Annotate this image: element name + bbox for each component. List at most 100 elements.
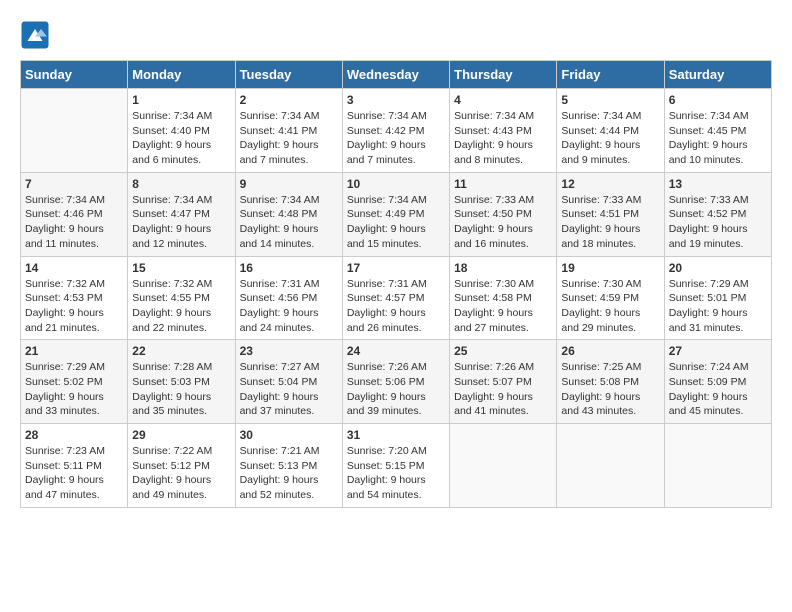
column-header-friday: Friday xyxy=(557,61,664,89)
day-detail: Sunrise: 7:31 AM Sunset: 4:57 PM Dayligh… xyxy=(347,277,445,336)
day-cell: 8Sunrise: 7:34 AM Sunset: 4:47 PM Daylig… xyxy=(128,172,235,256)
day-cell: 11 Sunrise: 7:33 AM Sunset: 4:50 PM Dayli… xyxy=(450,172,557,256)
day-detail: Sunrise: 7:34 AM Sunset: 4:46 PM Dayligh… xyxy=(25,193,123,252)
page-header xyxy=(20,20,772,50)
day-number: 10 xyxy=(347,177,445,191)
day-detail: Sunrise: 7:32 AM Sunset: 4:55 PM Dayligh… xyxy=(132,277,230,336)
day-detail: Sunrise: 7:33 AM Sunset: 4:51 PM Dayligh… xyxy=(561,193,659,252)
day-detail: Sunrise: 7:34 AM Sunset: 4:48 PM Dayligh… xyxy=(240,193,338,252)
day-cell: 2 Sunrise: 7:34 AM Sunset: 4:41 PM Daylig… xyxy=(235,89,342,173)
day-cell: 26Sunrise: 7:25 AM Sunset: 5:08 PM Dayli… xyxy=(557,340,664,424)
week-row-4: 21 Sunrise: 7:29 AM Sunset: 5:02 PM Dayli… xyxy=(21,340,772,424)
day-number: 16 xyxy=(240,261,338,275)
day-detail: Sunrise: 7:26 AM Sunset: 5:06 PM Dayligh… xyxy=(347,360,445,419)
day-detail: Sunrise: 7:34 AM Sunset: 4:45 PM Dayligh… xyxy=(669,109,767,168)
day-detail: Sunrise: 7:33 AM Sunset: 4:52 PM Dayligh… xyxy=(669,193,767,252)
calendar-table: SundayMondayTuesdayWednesdayThursdayFrid… xyxy=(20,60,772,508)
column-header-thursday: Thursday xyxy=(450,61,557,89)
day-number: 28 xyxy=(25,428,123,442)
day-cell: 18Sunrise: 7:30 AM Sunset: 4:58 PM Dayli… xyxy=(450,256,557,340)
day-detail: Sunrise: 7:32 AM Sunset: 4:53 PM Dayligh… xyxy=(25,277,123,336)
day-detail: Sunrise: 7:29 AM Sunset: 5:01 PM Dayligh… xyxy=(669,277,767,336)
day-number: 20 xyxy=(669,261,767,275)
day-detail: Sunrise: 7:30 AM Sunset: 4:58 PM Dayligh… xyxy=(454,277,552,336)
day-number: 9 xyxy=(240,177,338,191)
day-cell: 23 Sunrise: 7:27 AM Sunset: 5:04 PM Dayli… xyxy=(235,340,342,424)
day-cell: 27 Sunrise: 7:24 AM Sunset: 5:09 PM Dayli… xyxy=(664,340,771,424)
day-detail: Sunrise: 7:34 AM Sunset: 4:40 PM Dayligh… xyxy=(132,109,230,168)
day-number: 21 xyxy=(25,344,123,358)
day-number: 4 xyxy=(454,93,552,107)
day-cell: 20 Sunrise: 7:29 AM Sunset: 5:01 PM Dayli… xyxy=(664,256,771,340)
day-detail: Sunrise: 7:26 AM Sunset: 5:07 PM Dayligh… xyxy=(454,360,552,419)
day-detail: Sunrise: 7:34 AM Sunset: 4:44 PM Dayligh… xyxy=(561,109,659,168)
day-number: 27 xyxy=(669,344,767,358)
week-row-1: 1Sunrise: 7:34 AM Sunset: 4:40 PM Daylig… xyxy=(21,89,772,173)
day-detail: Sunrise: 7:29 AM Sunset: 5:02 PM Dayligh… xyxy=(25,360,123,419)
day-detail: Sunrise: 7:24 AM Sunset: 5:09 PM Dayligh… xyxy=(669,360,767,419)
week-row-3: 14 Sunrise: 7:32 AM Sunset: 4:53 PM Dayli… xyxy=(21,256,772,340)
day-number: 11 xyxy=(454,177,552,191)
day-number: 13 xyxy=(669,177,767,191)
day-number: 14 xyxy=(25,261,123,275)
day-detail: Sunrise: 7:21 AM Sunset: 5:13 PM Dayligh… xyxy=(240,444,338,503)
day-cell: 5 Sunrise: 7:34 AM Sunset: 4:44 PM Daylig… xyxy=(557,89,664,173)
day-detail: Sunrise: 7:25 AM Sunset: 5:08 PM Dayligh… xyxy=(561,360,659,419)
day-cell: 19 Sunrise: 7:30 AM Sunset: 4:59 PM Dayli… xyxy=(557,256,664,340)
day-number: 17 xyxy=(347,261,445,275)
day-cell: 9 Sunrise: 7:34 AM Sunset: 4:48 PM Daylig… xyxy=(235,172,342,256)
day-detail: Sunrise: 7:30 AM Sunset: 4:59 PM Dayligh… xyxy=(561,277,659,336)
logo-icon xyxy=(20,20,50,50)
day-number: 6 xyxy=(669,93,767,107)
day-number: 15 xyxy=(132,261,230,275)
day-detail: Sunrise: 7:28 AM Sunset: 5:03 PM Dayligh… xyxy=(132,360,230,419)
day-number: 12 xyxy=(561,177,659,191)
day-cell: 16 Sunrise: 7:31 AM Sunset: 4:56 PM Dayli… xyxy=(235,256,342,340)
day-cell: 10 Sunrise: 7:34 AM Sunset: 4:49 PM Dayli… xyxy=(342,172,449,256)
day-cell: 30Sunrise: 7:21 AM Sunset: 5:13 PM Dayli… xyxy=(235,424,342,508)
day-cell: 13 Sunrise: 7:33 AM Sunset: 4:52 PM Dayli… xyxy=(664,172,771,256)
day-detail: Sunrise: 7:23 AM Sunset: 5:11 PM Dayligh… xyxy=(25,444,123,503)
day-number: 2 xyxy=(240,93,338,107)
day-cell: 3 Sunrise: 7:34 AM Sunset: 4:42 PM Daylig… xyxy=(342,89,449,173)
day-number: 31 xyxy=(347,428,445,442)
day-detail: Sunrise: 7:34 AM Sunset: 4:42 PM Dayligh… xyxy=(347,109,445,168)
day-detail: Sunrise: 7:34 AM Sunset: 4:47 PM Dayligh… xyxy=(132,193,230,252)
day-cell: 17 Sunrise: 7:31 AM Sunset: 4:57 PM Dayli… xyxy=(342,256,449,340)
day-cell: 21 Sunrise: 7:29 AM Sunset: 5:02 PM Dayli… xyxy=(21,340,128,424)
day-detail: Sunrise: 7:27 AM Sunset: 5:04 PM Dayligh… xyxy=(240,360,338,419)
calendar-header-row: SundayMondayTuesdayWednesdayThursdayFrid… xyxy=(21,61,772,89)
day-cell: 22 Sunrise: 7:28 AM Sunset: 5:03 PM Dayli… xyxy=(128,340,235,424)
day-cell: 25 Sunrise: 7:26 AM Sunset: 5:07 PM Dayli… xyxy=(450,340,557,424)
day-cell: 1Sunrise: 7:34 AM Sunset: 4:40 PM Daylig… xyxy=(128,89,235,173)
column-header-wednesday: Wednesday xyxy=(342,61,449,89)
column-header-tuesday: Tuesday xyxy=(235,61,342,89)
day-detail: Sunrise: 7:34 AM Sunset: 4:43 PM Dayligh… xyxy=(454,109,552,168)
column-header-monday: Monday xyxy=(128,61,235,89)
logo xyxy=(20,20,54,50)
day-cell xyxy=(557,424,664,508)
day-number: 7 xyxy=(25,177,123,191)
day-cell xyxy=(21,89,128,173)
day-cell: 15 Sunrise: 7:32 AM Sunset: 4:55 PM Dayli… xyxy=(128,256,235,340)
day-cell: 6 Sunrise: 7:34 AM Sunset: 4:45 PM Daylig… xyxy=(664,89,771,173)
day-cell: 24 Sunrise: 7:26 AM Sunset: 5:06 PM Dayli… xyxy=(342,340,449,424)
day-number: 19 xyxy=(561,261,659,275)
day-detail: Sunrise: 7:31 AM Sunset: 4:56 PM Dayligh… xyxy=(240,277,338,336)
day-cell: 29Sunrise: 7:22 AM Sunset: 5:12 PM Dayli… xyxy=(128,424,235,508)
day-number: 29 xyxy=(132,428,230,442)
day-cell xyxy=(664,424,771,508)
day-number: 3 xyxy=(347,93,445,107)
day-detail: Sunrise: 7:33 AM Sunset: 4:50 PM Dayligh… xyxy=(454,193,552,252)
day-cell: 7 Sunrise: 7:34 AM Sunset: 4:46 PM Daylig… xyxy=(21,172,128,256)
day-number: 23 xyxy=(240,344,338,358)
day-number: 24 xyxy=(347,344,445,358)
week-row-5: 28 Sunrise: 7:23 AM Sunset: 5:11 PM Dayli… xyxy=(21,424,772,508)
day-detail: Sunrise: 7:34 AM Sunset: 4:41 PM Dayligh… xyxy=(240,109,338,168)
week-row-2: 7 Sunrise: 7:34 AM Sunset: 4:46 PM Daylig… xyxy=(21,172,772,256)
day-detail: Sunrise: 7:34 AM Sunset: 4:49 PM Dayligh… xyxy=(347,193,445,252)
day-number: 5 xyxy=(561,93,659,107)
day-number: 25 xyxy=(454,344,552,358)
column-header-saturday: Saturday xyxy=(664,61,771,89)
day-number: 22 xyxy=(132,344,230,358)
